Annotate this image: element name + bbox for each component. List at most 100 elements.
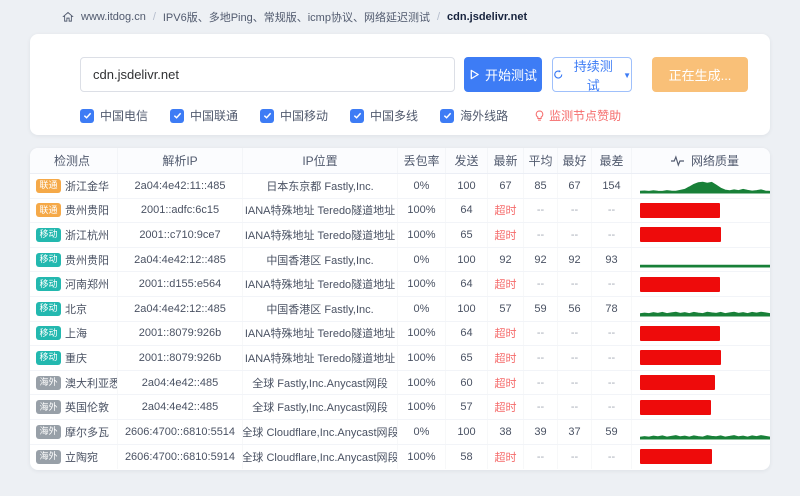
packet-loss: 100% (398, 395, 446, 419)
worst-latency: -- (592, 198, 632, 223)
node-name: 贵州贵阳 (65, 254, 110, 267)
checkbox-checked-icon[interactable] (440, 108, 455, 123)
worst-latency: -- (592, 444, 632, 470)
table-row: 移动 上海 2001::8079:926b IANA特殊地址 Teredo隧道地… (30, 321, 770, 347)
refresh-icon (554, 69, 563, 79)
node-cell: 移动 北京 (30, 296, 118, 321)
host-input[interactable] (80, 57, 455, 92)
quality-cell (632, 371, 770, 395)
best-latency: -- (558, 198, 592, 223)
node-cell: 移动 浙江杭州 (30, 223, 118, 247)
node-cell: 海外 澳大利亚悉尼 (30, 370, 118, 395)
resolved-ip: 2606:4700::6810:5914 (118, 444, 243, 470)
carrier-badge: 移动 (36, 301, 62, 316)
worst-latency: 93 (592, 247, 632, 272)
node-name: 立陶宛 (65, 451, 99, 464)
packet-loss-bar (640, 227, 721, 243)
table-row: 海外 英国伦敦 2a04:4e42::485 全球 Fastly,Inc.Any… (30, 395, 770, 420)
header-best: 最好 (558, 148, 592, 173)
latest-latency: 超时 (488, 444, 524, 470)
packet-loss: 100% (398, 321, 446, 346)
checkbox-checked-icon[interactable] (260, 108, 275, 123)
carrier-badge: 海外 (36, 424, 62, 439)
generating-button[interactable]: 正在生成... (652, 57, 748, 92)
play-icon (470, 69, 479, 80)
quality-cell (632, 223, 770, 247)
node-cell: 联通 贵州贵阳 (30, 198, 118, 223)
worst-latency: -- (592, 223, 632, 247)
table-header: 检测点 解析IP IP位置 丢包率 发送 最新 平均 最好 最差 网络质量 (30, 148, 770, 174)
header-worst: 最差 (592, 148, 632, 173)
latency-sparkline (640, 181, 770, 194)
checkbox-checked-icon[interactable] (350, 108, 365, 123)
node-name: 浙江金华 (65, 180, 110, 193)
table-row: 移动 贵州贵阳 2a04:4e42:12::485 中国香港区 Fastly,I… (30, 247, 770, 273)
carrier-badge: 海外 (36, 449, 62, 464)
checkbox-checked-icon[interactable] (80, 108, 94, 123)
table-body: 联通 浙江金华 2a04:4e42:11::485 日本东京都 Fastly,I… (30, 174, 770, 470)
packet-loss-bar (640, 325, 720, 341)
packet-loss: 100% (398, 444, 446, 470)
filter-china-telecom[interactable]: 中国电信 (80, 107, 148, 124)
ip-location: IANA特殊地址 Teredo隧道地址 (243, 346, 398, 370)
best-latency: -- (558, 370, 592, 395)
header-loss: 丢包率 (398, 148, 446, 173)
node-name: 重庆 (65, 352, 88, 365)
chevron-down-icon: ▼ (623, 71, 631, 80)
ip-location: IANA特殊地址 Teredo隧道地址 (243, 272, 398, 296)
node-cell: 联通 浙江金华 (30, 174, 118, 198)
table-row: 海外 澳大利亚悉尼 2a04:4e42::485 全球 Fastly,Inc.A… (30, 370, 770, 396)
carrier-badge: 移动 (36, 252, 62, 267)
node-name: 上海 (65, 328, 88, 341)
sent-count: 64 (446, 321, 488, 346)
node-name: 澳大利亚悉尼 (65, 377, 117, 390)
quality-cell (632, 445, 770, 470)
checkbox-checked-icon[interactable] (170, 108, 185, 123)
average-latency: 39 (524, 419, 558, 444)
table-row: 海外 立陶宛 2606:4700::6810:5914 全球 Cloudflar… (30, 444, 770, 470)
filter-overseas[interactable]: 海外线路 (440, 107, 508, 124)
table-row: 联通 浙江金华 2a04:4e42:11::485 日本东京都 Fastly,I… (30, 174, 770, 199)
filter-china-unicom[interactable]: 中国联通 (170, 107, 238, 124)
breadcrumb-current: cdn.jsdelivr.net (447, 11, 528, 23)
filter-china-multiline[interactable]: 中国多线 (350, 107, 418, 124)
filter-china-mobile[interactable]: 中国移动 (260, 107, 328, 124)
resolved-ip: 2a04:4e42::485 (118, 370, 243, 395)
quality-cell (632, 297, 770, 321)
worst-latency: -- (592, 321, 632, 346)
packet-loss: 100% (398, 370, 446, 395)
continuous-test-button[interactable]: 持续测试 ▼ (552, 57, 632, 93)
filter-label: 海外线路 (460, 109, 509, 123)
packet-loss: 100% (398, 198, 446, 223)
ip-location: IANA特殊地址 Teredo隧道地址 (243, 321, 398, 346)
packet-loss: 100% (398, 346, 446, 370)
sent-count: 100 (446, 296, 488, 321)
resolved-ip: 2001::8079:926b (118, 346, 243, 370)
pulse-icon (670, 154, 684, 167)
sponsor-link[interactable]: 监测节点赞助 (534, 107, 621, 124)
breadcrumb-home[interactable]: www.itdog.cn (81, 11, 146, 23)
sent-count: 100 (446, 419, 488, 444)
header-quality: 网络质量 (632, 148, 770, 173)
quality-cell (632, 395, 770, 419)
ip-location: 中国香港区 Fastly,Inc. (243, 247, 398, 272)
worst-latency: 59 (592, 419, 632, 444)
average-latency: -- (524, 272, 558, 296)
breadcrumb-section[interactable]: IPV6版、多地Ping、常规版、icmp协议、网络延迟测试 (163, 9, 430, 25)
header-ip: 解析IP (118, 148, 243, 173)
table-row: 移动 浙江杭州 2001::c710:9ce7 IANA特殊地址 Teredo隧… (30, 223, 770, 248)
average-latency: -- (524, 346, 558, 370)
average-latency: 59 (524, 296, 558, 321)
latest-latency: 57 (488, 296, 524, 321)
quality-cell (632, 322, 770, 346)
quality-cell (632, 199, 770, 223)
test-control-card: 开始测试 持续测试 ▼ 正在生成... 中国电信 中国联通 (30, 34, 770, 135)
header-sent: 发送 (446, 148, 488, 173)
start-test-button[interactable]: 开始测试 (464, 57, 542, 92)
node-name: 浙江杭州 (65, 229, 110, 242)
best-latency: -- (558, 395, 592, 419)
sent-count: 58 (446, 444, 488, 470)
header-latest: 最新 (488, 148, 524, 173)
packet-loss-bar (640, 399, 711, 415)
packet-loss: 100% (398, 272, 446, 296)
